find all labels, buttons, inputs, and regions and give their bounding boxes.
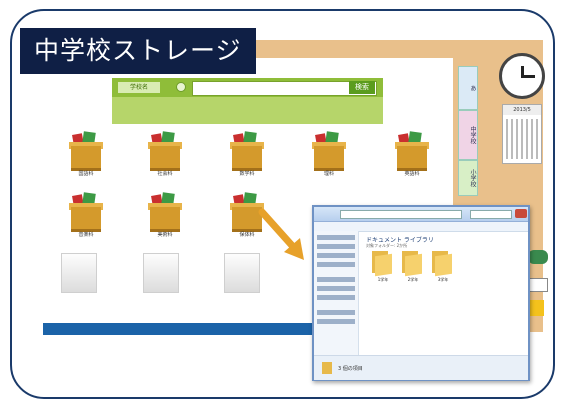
- nav-item[interactable]: [317, 319, 355, 324]
- clock-icon: [499, 53, 545, 99]
- storage-box-7[interactable]: 美術科: [148, 192, 182, 238]
- side-tab-2[interactable]: 中学校: [458, 110, 478, 160]
- search-bar: 学校名 検索: [112, 78, 383, 124]
- storage-box-2[interactable]: 社会科: [148, 131, 182, 177]
- explorer-search-input[interactable]: [470, 210, 512, 219]
- library-subtitle: 対象フォルダー: 2か所: [366, 243, 408, 248]
- side-tab-3[interactable]: 小学校: [458, 160, 478, 196]
- explorer-titlebar: [314, 207, 528, 222]
- calendar-widget: 2013/5: [502, 104, 542, 164]
- nav-item[interactable]: [317, 310, 355, 315]
- side-tab-1[interactable]: あ: [458, 66, 478, 110]
- folder-label: 1学年: [377, 277, 389, 282]
- storage-box-label: 英語科: [404, 171, 420, 177]
- side-tabs: あ 中学校 小学校: [458, 66, 490, 196]
- storage-box-label: 国語科: [78, 171, 94, 177]
- empty-slot[interactable]: [143, 253, 179, 293]
- folder-icon[interactable]: 2学年: [402, 251, 422, 282]
- folder-label: 2学年: [407, 277, 419, 282]
- explorer-window: ドキュメント ライブラリ 対象フォルダー: 2か所 1学年 2学年 3学年 3 …: [312, 205, 530, 381]
- storage-box-5[interactable]: 英語科: [395, 131, 429, 177]
- nav-item[interactable]: [317, 295, 355, 300]
- folder-icon: [322, 362, 332, 374]
- storage-box-label: 理科: [323, 171, 334, 177]
- folder-label: 3学年: [437, 277, 449, 282]
- arrow-icon: [258, 208, 304, 260]
- nav-item[interactable]: [317, 262, 355, 267]
- folder-icon[interactable]: 1学年: [372, 251, 392, 282]
- storage-box-6[interactable]: 音楽科: [69, 192, 103, 238]
- search-icon[interactable]: [176, 82, 186, 92]
- phone-icon: [528, 250, 548, 264]
- storage-box-label: 数学科: [239, 171, 255, 177]
- search-tag: 学校名: [118, 82, 160, 93]
- nav-item[interactable]: [317, 286, 355, 291]
- nav-item[interactable]: [317, 253, 355, 258]
- storage-box-4[interactable]: 理科: [312, 131, 346, 177]
- status-text: 3 個の項目: [338, 366, 363, 372]
- nav-item[interactable]: [317, 235, 355, 240]
- close-icon[interactable]: [515, 209, 527, 218]
- calendar-header: 2013/5: [503, 105, 541, 115]
- mail-icon: [528, 278, 548, 292]
- storage-box-1[interactable]: 国語科: [69, 131, 103, 177]
- storage-box-3[interactable]: 数学科: [230, 131, 264, 177]
- nav-item[interactable]: [317, 244, 355, 249]
- sticky-note-icon: [530, 300, 544, 316]
- folder-icon[interactable]: 3学年: [432, 251, 452, 282]
- calendar-grid: [506, 119, 540, 159]
- storage-box-label: 社会科: [157, 171, 173, 177]
- empty-slot[interactable]: [224, 253, 260, 293]
- storage-box-label: 美術科: [157, 232, 173, 238]
- address-bar[interactable]: [340, 210, 462, 219]
- status-bar: 3 個の項目: [314, 355, 528, 380]
- storage-box-label: 音楽科: [78, 232, 94, 238]
- search-button[interactable]: 検索: [349, 81, 375, 94]
- page-title: 中学校ストレージ: [20, 28, 256, 74]
- nav-item[interactable]: [317, 277, 355, 282]
- empty-slot[interactable]: [61, 253, 97, 293]
